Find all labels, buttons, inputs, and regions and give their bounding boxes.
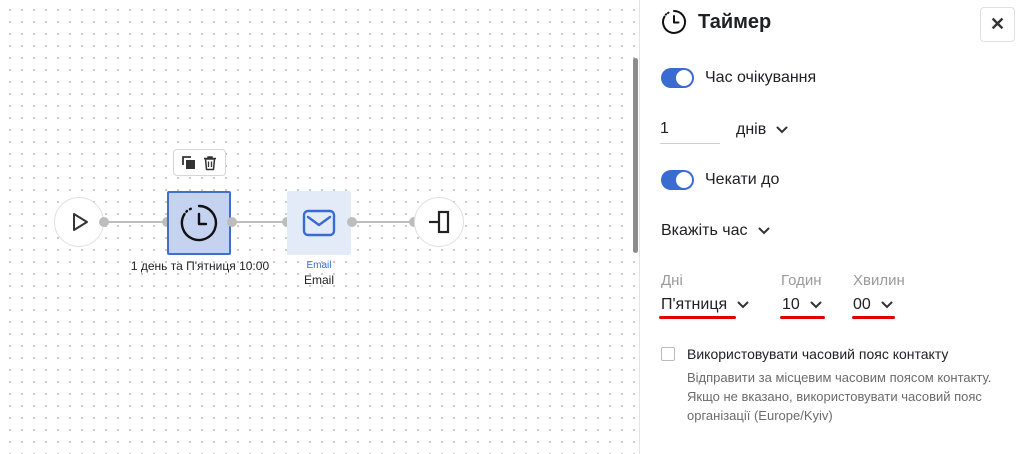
hours-select-value: 10: [782, 296, 800, 313]
chevron-down-icon: [881, 301, 893, 309]
timer-node[interactable]: [167, 191, 231, 255]
close-icon: ✕: [989, 14, 1006, 34]
node-toolbar: [173, 149, 226, 176]
exit-icon: [429, 210, 450, 234]
contact-timezone-help: Відправити за місцевим часовим поясом ко…: [687, 370, 992, 423]
wait-time-label: Час очікування: [705, 69, 817, 86]
days-count-input[interactable]: [660, 115, 720, 144]
timer-node-output-port[interactable]: [227, 217, 237, 227]
connector-start-timer: [104, 221, 167, 223]
day-field-label: Дні: [661, 272, 683, 289]
contact-timezone-label[interactable]: Використовувати часовий пояс контакту: [687, 346, 948, 362]
day-select-underline: [659, 316, 736, 319]
email-node-output-port[interactable]: [347, 217, 357, 227]
minutes-select[interactable]: 00: [853, 296, 893, 314]
contact-timezone-checkbox[interactable]: [661, 347, 675, 361]
email-node-type-label: Email: [306, 260, 332, 271]
mail-icon: [302, 209, 336, 237]
hours-select-underline: [780, 316, 825, 319]
day-select[interactable]: П'ятниця: [661, 296, 749, 314]
chevron-down-icon: [776, 126, 788, 134]
minutes-select-value: 00: [853, 296, 871, 313]
chevron-down-icon: [758, 227, 770, 235]
panel-title: Таймер: [698, 11, 772, 33]
start-node-output-port[interactable]: [99, 217, 109, 227]
day-select-value: П'ятниця: [661, 296, 728, 313]
days-unit-select[interactable]: днів: [736, 121, 788, 139]
play-icon: [73, 213, 88, 231]
hours-select[interactable]: 10: [782, 296, 822, 314]
time-mode-value: Вкажіть час: [661, 222, 748, 239]
hours-field-label: Годин: [781, 272, 822, 289]
start-node[interactable]: [54, 197, 104, 247]
connector-email-end: [351, 221, 414, 223]
email-node[interactable]: [287, 191, 351, 255]
days-unit-value: днів: [736, 121, 767, 138]
end-node[interactable]: [414, 197, 464, 247]
timer-icon: [661, 9, 687, 40]
clock-icon: [180, 204, 218, 242]
chevron-down-icon: [810, 301, 822, 309]
wait-until-label: Чекати до: [705, 171, 780, 188]
chevron-down-icon: [737, 301, 749, 309]
wait-until-toggle[interactable]: [661, 170, 694, 190]
minutes-select-underline: [852, 316, 895, 319]
close-button[interactable]: ✕: [980, 7, 1015, 42]
trash-icon[interactable]: [201, 154, 219, 172]
email-node-caption: Email: [303, 273, 334, 287]
copy-icon[interactable]: [180, 154, 198, 172]
time-mode-select[interactable]: Вкажіть час: [661, 222, 770, 240]
minutes-field-label: Хвилин: [853, 272, 905, 289]
panel-divider: [639, 0, 640, 454]
wait-time-toggle[interactable]: [661, 68, 694, 88]
connector-timer-email: [231, 221, 287, 223]
canvas-scrollbar[interactable]: [633, 58, 638, 253]
